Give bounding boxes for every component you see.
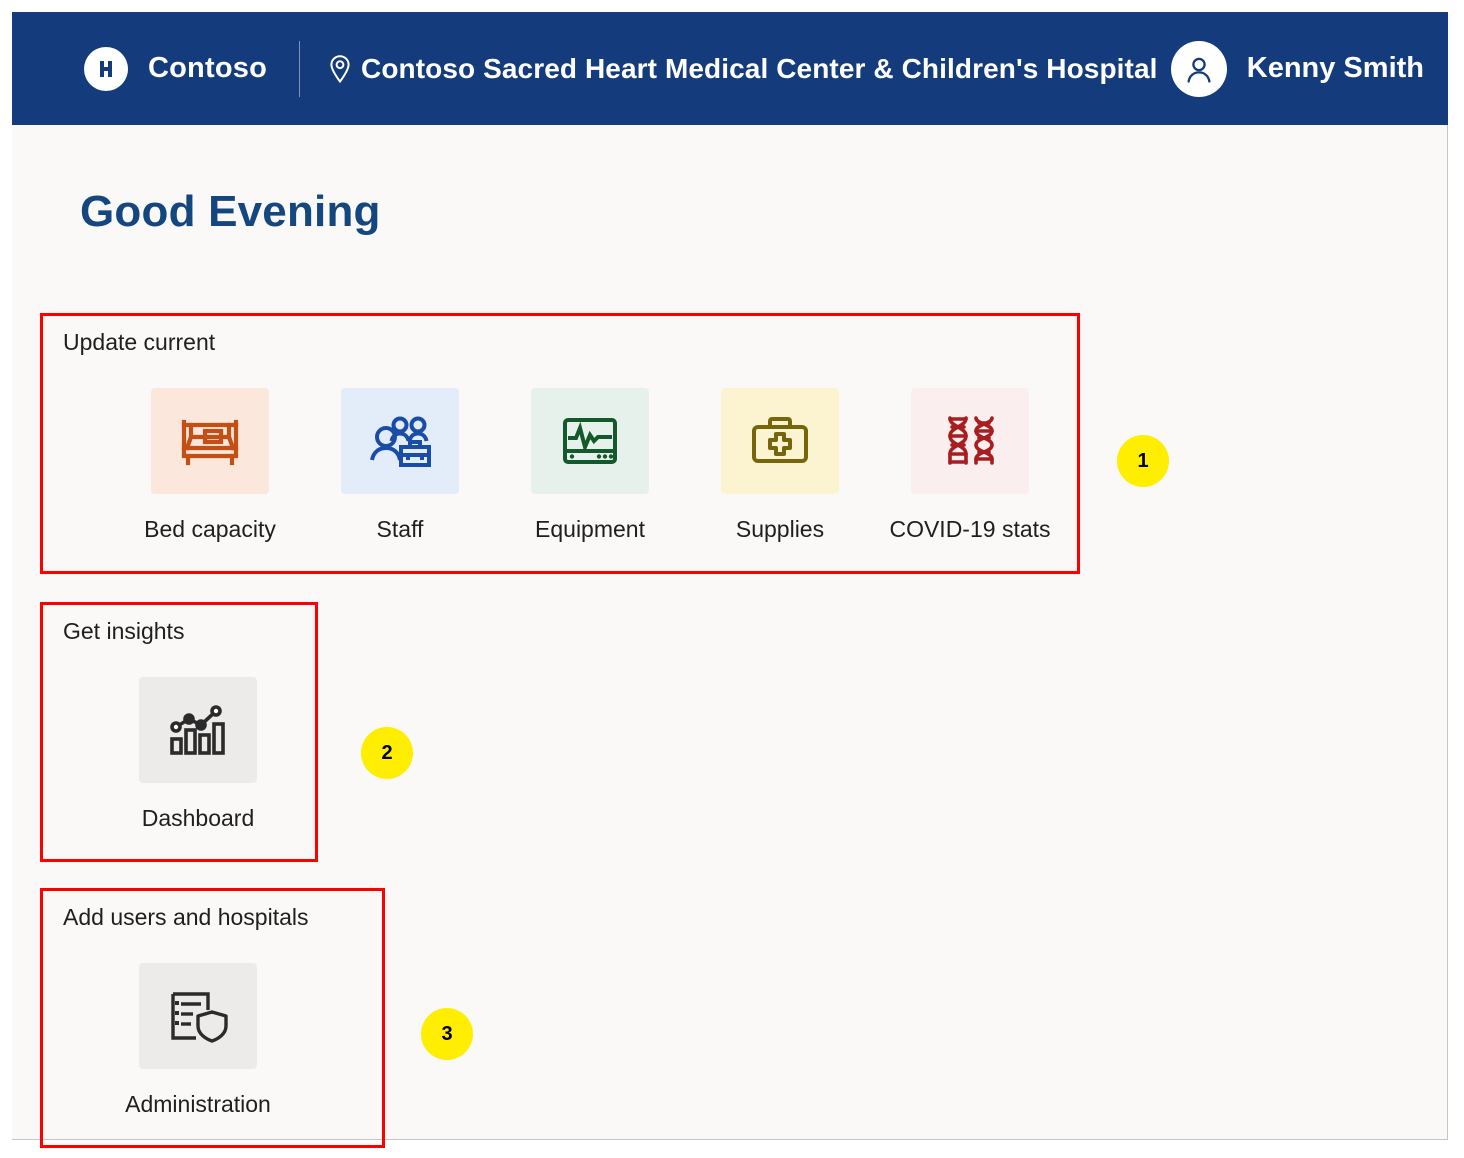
tile-row: Dashboard (123, 677, 273, 832)
tile-staff[interactable]: Staff (305, 388, 495, 543)
tile-label: Supplies (735, 516, 825, 542)
dna-helix-icon (911, 388, 1029, 494)
section-title: Add users and hospitals (63, 904, 309, 930)
tile-supplies[interactable]: Supplies (685, 388, 875, 543)
callout-badge-1: 1 (1117, 435, 1169, 487)
bed-icon (151, 388, 269, 494)
user-menu[interactable]: Kenny Smith (1170, 40, 1424, 97)
callout-badge-3: 3 (421, 1008, 473, 1060)
section-add-users-and-hospitals: Add users and hospitals Administration (40, 888, 385, 1148)
page-title: Good Evening (80, 187, 381, 236)
app-header: Contoso Contoso Sacred Heart Medical Cen… (12, 12, 1448, 125)
section-get-insights: Get insights Dashboard (40, 602, 318, 862)
tile-label: Bed capacity (144, 516, 276, 542)
main-content: Good Evening Update current Bed capacity… (12, 125, 1448, 1148)
brand[interactable]: Contoso (84, 46, 267, 91)
user-avatar-icon (1170, 40, 1227, 97)
hospital-h-logo-icon (84, 46, 128, 91)
tile-label: Administration (125, 1091, 271, 1117)
tile-label: COVID-19 stats (889, 516, 1051, 542)
first-aid-kit-icon (721, 388, 839, 494)
section-title: Update current (63, 329, 216, 355)
tile-administration[interactable]: Administration (123, 963, 273, 1118)
tile-covid-19-stats[interactable]: COVID-19 stats (875, 388, 1065, 543)
bar-chart-trend-icon (139, 677, 257, 783)
brand-name: Contoso (148, 52, 267, 84)
staff-group-icon (341, 388, 459, 494)
tile-equipment[interactable]: Equipment (495, 388, 685, 543)
tile-dashboard[interactable]: Dashboard (123, 677, 273, 832)
section-title: Get insights (63, 618, 185, 644)
tile-row: Bed capacity Staff Equipment Supplies CO… (115, 388, 1065, 543)
app-window: Contoso Contoso Sacred Heart Medical Cen… (12, 12, 1448, 1148)
vitals-monitor-icon (531, 388, 649, 494)
clipboard-shield-icon (139, 963, 257, 1069)
tile-row: Administration (123, 963, 273, 1118)
tile-bed-capacity[interactable]: Bed capacity (115, 388, 305, 543)
site-selector[interactable]: Contoso Sacred Heart Medical Center & Ch… (328, 53, 1158, 85)
header-divider (299, 40, 300, 97)
location-pin-icon (328, 54, 352, 84)
site-name: Contoso Sacred Heart Medical Center & Ch… (361, 52, 1158, 84)
callout-badge-2: 2 (361, 727, 413, 779)
tile-label: Equipment (535, 516, 645, 542)
tile-label: Dashboard (141, 805, 255, 831)
section-update-current: Update current Bed capacity Staff Equipm… (40, 313, 1080, 574)
tile-label: Staff (376, 516, 424, 542)
user-name: Kenny Smith (1246, 52, 1424, 84)
